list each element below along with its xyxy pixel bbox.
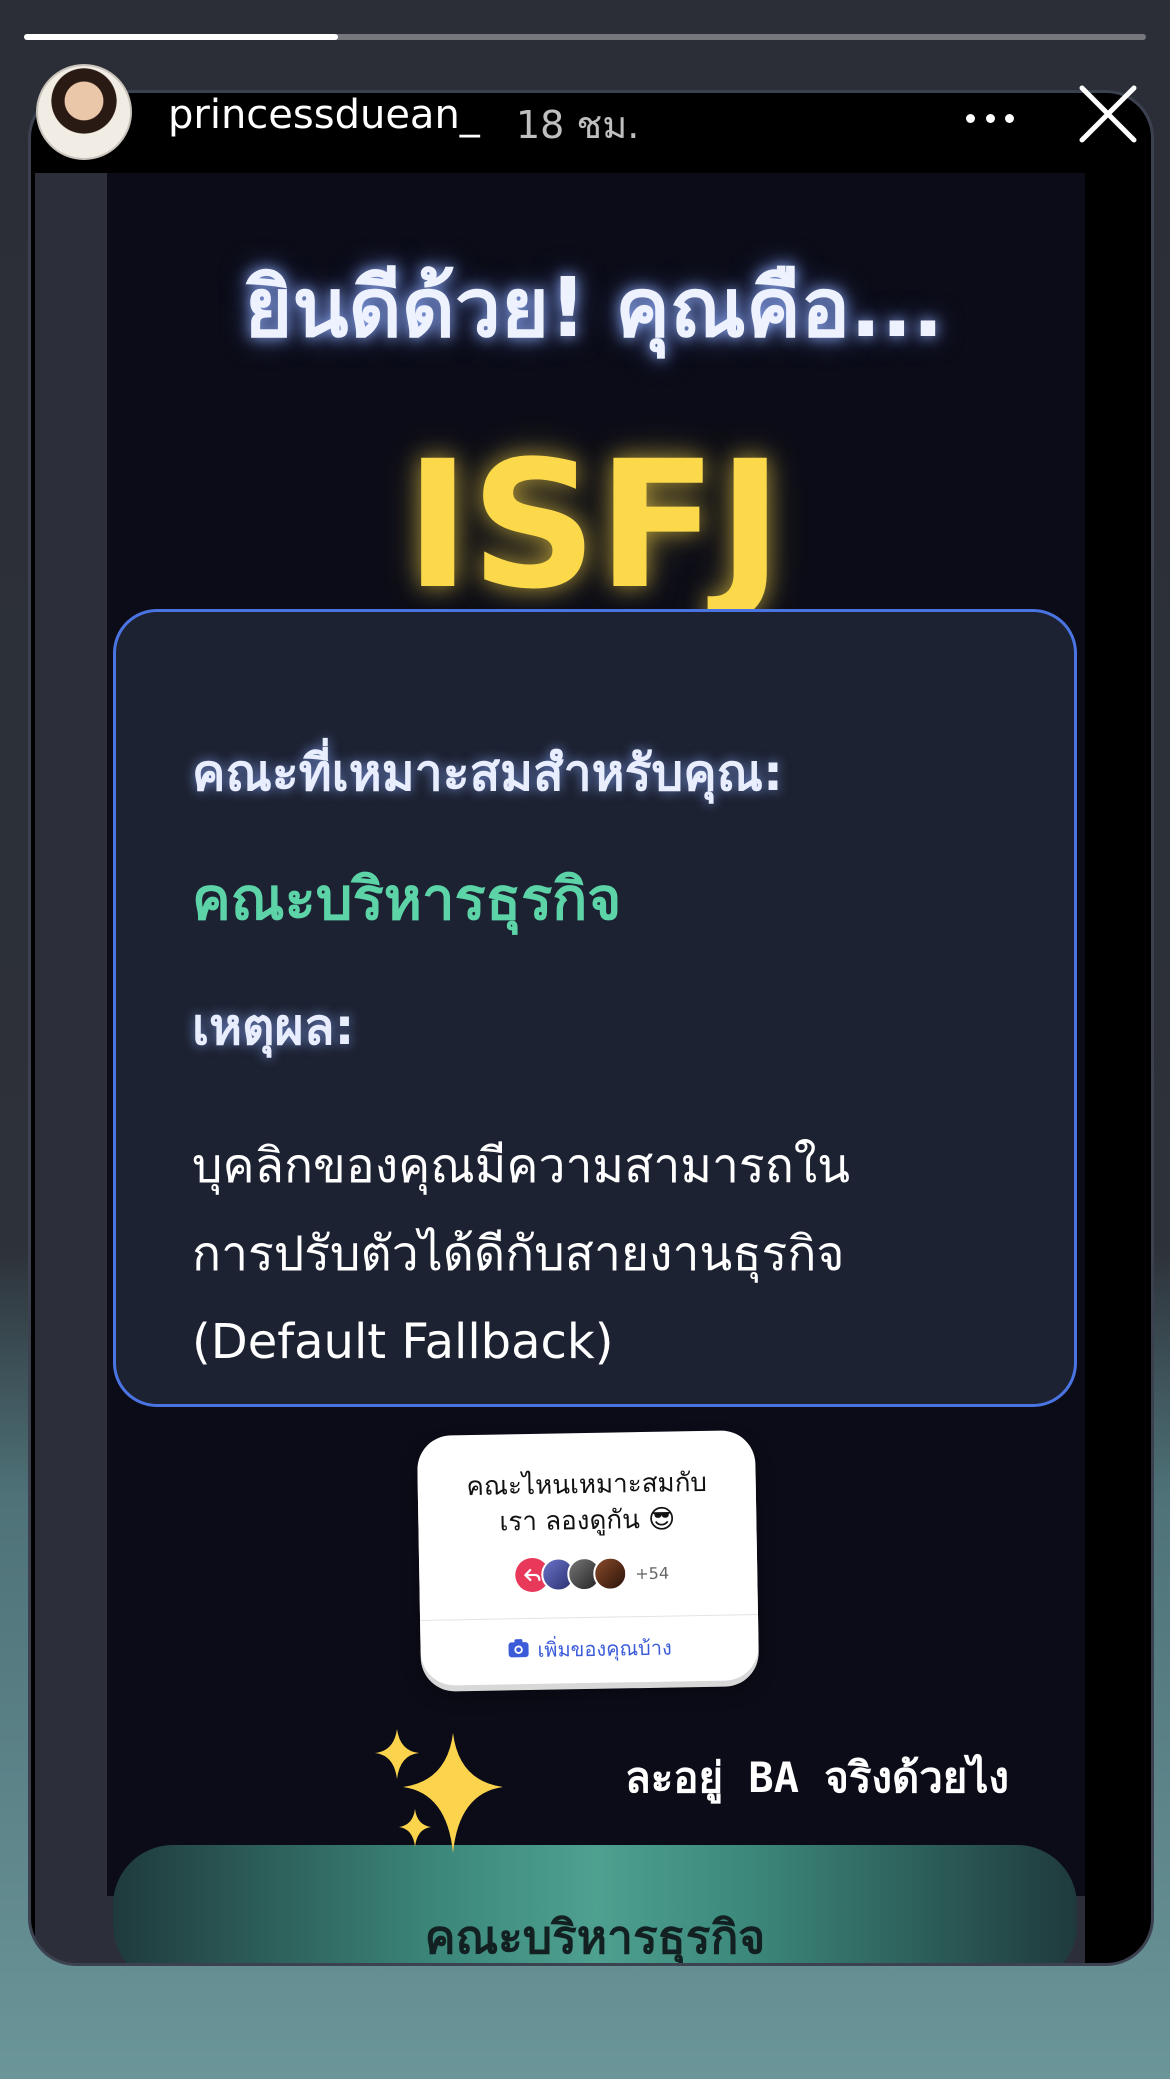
- card-reason-label: เหตุผล:: [192, 998, 355, 1056]
- story-caption: ละอยู่ BA จริงด้วยไง: [625, 1753, 1010, 1802]
- add-yours-button[interactable]: เพิ่มของคุณบ้าง: [420, 1626, 759, 1672]
- username[interactable]: princessduean_: [168, 92, 480, 138]
- story-frame[interactable]: ยินดีด้วย! คุณคือ... ISFJ คณะที่เหมาะสมส…: [28, 90, 1154, 1966]
- story-progress-fill: [24, 34, 339, 40]
- faculty-button[interactable]: คณะบริหารธุรกิจ: [113, 1845, 1077, 1964]
- add-yours-label: เพิ่มของคุณบ้าง: [537, 1635, 672, 1662]
- add-yours-sticker[interactable]: คณะไหนเหมาะสมกับ เรา ลองดูกัน 😎 +54 เพิ่…: [416, 1430, 760, 1686]
- sticker-divider: [420, 1614, 759, 1621]
- sticker-title: คณะไหนเหมาะสมกับ เรา ลองดูกัน 😎: [417, 1464, 756, 1542]
- participant-avatar: [592, 1556, 628, 1591]
- headline: ยินดีด้วย! คุณคือ...: [244, 261, 944, 356]
- participant-count: +54: [635, 1563, 670, 1583]
- sparkles-icon: [373, 1725, 523, 1865]
- card-reason: บุคลิกของคุณมีความสามารถใน การปรับตัวได้…: [192, 1122, 1012, 1386]
- reason-line: การปรับตัวได้ดีกับสายงานธุรกิจ: [192, 1226, 845, 1282]
- close-icon[interactable]: [1076, 82, 1140, 146]
- avatar[interactable]: [36, 64, 132, 160]
- card-faculty: คณะบริหารธุรกิจ: [192, 865, 622, 933]
- camera-icon: [507, 1638, 529, 1663]
- faculty-button-label: คณะบริหารธุรกิจ: [424, 1910, 766, 1964]
- more-horizontal-icon[interactable]: [960, 98, 1020, 138]
- sticker-title-line: เรา ลองดูกัน 😎: [499, 1504, 676, 1538]
- story-header: princessduean_ 18 ชม.: [0, 58, 1170, 178]
- story-progress-bar: [24, 34, 1146, 40]
- result-type: ISFJ: [405, 423, 783, 628]
- sticker-title-line: คณะไหนเหมาะสมกับ: [466, 1467, 708, 1503]
- card-label: คณะที่เหมาะสมสำหรับคุณ:: [192, 744, 784, 802]
- reason-line: (Default Fallback): [192, 1314, 614, 1370]
- sticker-participants[interactable]: +54: [514, 1556, 670, 1593]
- reason-line: บุคลิกของคุณมีความสามารถใน: [192, 1138, 851, 1194]
- timestamp: 18 ชม.: [516, 103, 640, 147]
- result-card: คณะที่เหมาะสมสำหรับคุณ: คณะบริหารธุรกิจ …: [113, 609, 1077, 1407]
